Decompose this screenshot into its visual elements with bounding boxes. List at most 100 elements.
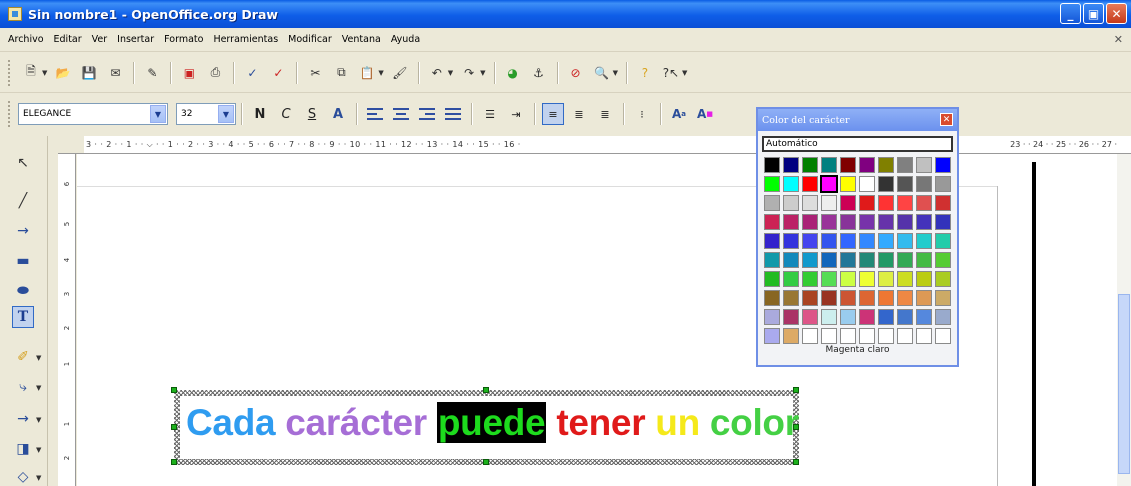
chevron-down-icon[interactable]: ▼ bbox=[36, 474, 41, 482]
color-swatch[interactable] bbox=[821, 233, 837, 249]
color-swatch[interactable] bbox=[916, 290, 932, 306]
color-swatch[interactable] bbox=[764, 157, 780, 173]
cut-icon[interactable]: ✂ bbox=[305, 63, 325, 83]
color-swatch[interactable] bbox=[859, 157, 875, 173]
color-swatch[interactable] bbox=[764, 176, 780, 192]
drawing-canvas[interactable]: Cada carácter puede tener un color bbox=[77, 154, 1117, 486]
color-swatch[interactable] bbox=[916, 176, 932, 192]
autospellcheck-icon[interactable]: ✓ bbox=[268, 63, 288, 83]
color-swatch[interactable] bbox=[897, 328, 913, 344]
color-swatch[interactable] bbox=[802, 252, 818, 268]
color-swatch[interactable] bbox=[916, 271, 932, 287]
color-swatch[interactable] bbox=[878, 195, 894, 211]
color-swatch[interactable] bbox=[820, 175, 838, 193]
color-swatch[interactable] bbox=[764, 309, 780, 325]
color-swatch[interactable] bbox=[764, 252, 780, 268]
color-swatch[interactable] bbox=[897, 233, 913, 249]
close-document-icon[interactable]: ✕ bbox=[1114, 33, 1123, 46]
save-icon[interactable]: 💾 bbox=[79, 63, 99, 83]
resize-handle[interactable] bbox=[171, 424, 177, 430]
line-icon[interactable]: ╱ bbox=[12, 190, 34, 212]
ellipse-icon[interactable]: ⬬ bbox=[12, 280, 34, 302]
redo-icon[interactable]: ↷ bbox=[459, 63, 479, 83]
color-swatch[interactable] bbox=[916, 252, 932, 268]
color-swatch[interactable] bbox=[935, 271, 951, 287]
export-pdf-icon[interactable]: ▣ bbox=[179, 63, 199, 83]
color-swatch[interactable] bbox=[878, 252, 894, 268]
paragraph-button[interactable]: ≡ bbox=[542, 103, 564, 125]
chevron-down-icon[interactable]: ▼ bbox=[36, 416, 41, 424]
indent-button[interactable]: ⇥ bbox=[505, 103, 527, 125]
bold-button[interactable]: N bbox=[249, 103, 271, 125]
font-name-combo[interactable]: ELEGANCE ▼ bbox=[18, 103, 168, 125]
menu-editar[interactable]: Editar bbox=[54, 34, 82, 45]
color-swatch[interactable] bbox=[897, 176, 913, 192]
color-swatch[interactable] bbox=[821, 309, 837, 325]
menu-ayuda[interactable]: Ayuda bbox=[391, 34, 420, 45]
open-folder-icon[interactable]: 📂 bbox=[53, 63, 73, 83]
color-swatch[interactable] bbox=[935, 157, 951, 173]
color-swatch[interactable] bbox=[878, 233, 894, 249]
color-swatch[interactable] bbox=[802, 328, 818, 344]
draw-app-icon[interactable] bbox=[8, 7, 22, 21]
colored-text-line[interactable]: Cada carácter puede tener un color bbox=[186, 402, 799, 444]
toolbar-grip[interactable] bbox=[8, 59, 12, 86]
spacing-up-button[interactable]: ≣ bbox=[568, 103, 590, 125]
chevron-down-icon[interactable]: ▼ bbox=[448, 69, 453, 77]
color-swatch[interactable] bbox=[878, 290, 894, 306]
color-swatch[interactable] bbox=[840, 157, 856, 173]
underline-button[interactable]: S bbox=[301, 103, 323, 125]
automatic-color-option[interactable]: Automático bbox=[762, 136, 953, 152]
color-swatch[interactable] bbox=[897, 290, 913, 306]
color-swatch[interactable] bbox=[802, 214, 818, 230]
color-swatch[interactable] bbox=[897, 195, 913, 211]
color-swatch[interactable] bbox=[859, 271, 875, 287]
color-swatch[interactable] bbox=[878, 271, 894, 287]
color-swatch[interactable] bbox=[859, 309, 875, 325]
chevron-down-icon[interactable]: ▼ bbox=[378, 69, 383, 77]
color-swatch[interactable] bbox=[935, 252, 951, 268]
chevron-down-icon[interactable]: ▼ bbox=[150, 105, 166, 123]
3d-objects-icon[interactable]: ◨ bbox=[12, 438, 34, 460]
color-swatch[interactable] bbox=[935, 328, 951, 344]
maximize-button[interactable]: ▣ bbox=[1083, 3, 1104, 24]
text-object[interactable]: Cada carácter puede tener un color bbox=[171, 387, 799, 465]
color-swatch[interactable] bbox=[916, 195, 932, 211]
popup-close-icon[interactable]: ✕ bbox=[940, 113, 953, 126]
color-swatch[interactable] bbox=[897, 214, 913, 230]
color-swatch[interactable] bbox=[935, 233, 951, 249]
color-swatch[interactable] bbox=[802, 309, 818, 325]
color-swatch[interactable] bbox=[916, 233, 932, 249]
gallery-icon[interactable]: ⊘ bbox=[566, 63, 586, 83]
character-button[interactable]: Aa bbox=[668, 103, 690, 125]
undo-icon[interactable]: ↶ bbox=[427, 63, 447, 83]
chevron-down-icon[interactable]: ▼ bbox=[36, 446, 41, 454]
help-icon[interactable]: ? bbox=[635, 63, 655, 83]
new-document-icon[interactable]: 🗎 bbox=[21, 63, 41, 83]
color-swatch[interactable] bbox=[897, 157, 913, 173]
color-swatch[interactable] bbox=[935, 290, 951, 306]
color-swatch[interactable] bbox=[821, 271, 837, 287]
color-swatch[interactable] bbox=[764, 328, 780, 344]
color-swatch[interactable] bbox=[859, 328, 875, 344]
resize-handle[interactable] bbox=[171, 387, 177, 393]
edit-file-icon[interactable]: ✎ bbox=[142, 63, 162, 83]
color-swatch[interactable] bbox=[764, 271, 780, 287]
color-swatch[interactable] bbox=[859, 214, 875, 230]
zoom-icon[interactable]: 🔍 bbox=[592, 63, 612, 83]
color-swatch[interactable] bbox=[821, 214, 837, 230]
color-swatch[interactable] bbox=[859, 195, 875, 211]
copy-icon[interactable]: ⧉ bbox=[331, 63, 351, 83]
chevron-down-icon[interactable]: ▼ bbox=[36, 354, 41, 362]
popup-title[interactable]: Color del carácter bbox=[758, 109, 957, 131]
resize-handle[interactable] bbox=[793, 387, 799, 393]
align-center-button[interactable] bbox=[390, 103, 412, 125]
color-swatch[interactable] bbox=[764, 233, 780, 249]
resize-handle[interactable] bbox=[171, 459, 177, 465]
color-swatch[interactable] bbox=[859, 176, 875, 192]
color-swatch[interactable] bbox=[840, 309, 856, 325]
chart-icon[interactable]: ◕ bbox=[503, 63, 523, 83]
toolbar-grip[interactable] bbox=[8, 101, 12, 127]
vertical-scrollbar[interactable] bbox=[1117, 154, 1131, 486]
color-swatch[interactable] bbox=[764, 214, 780, 230]
